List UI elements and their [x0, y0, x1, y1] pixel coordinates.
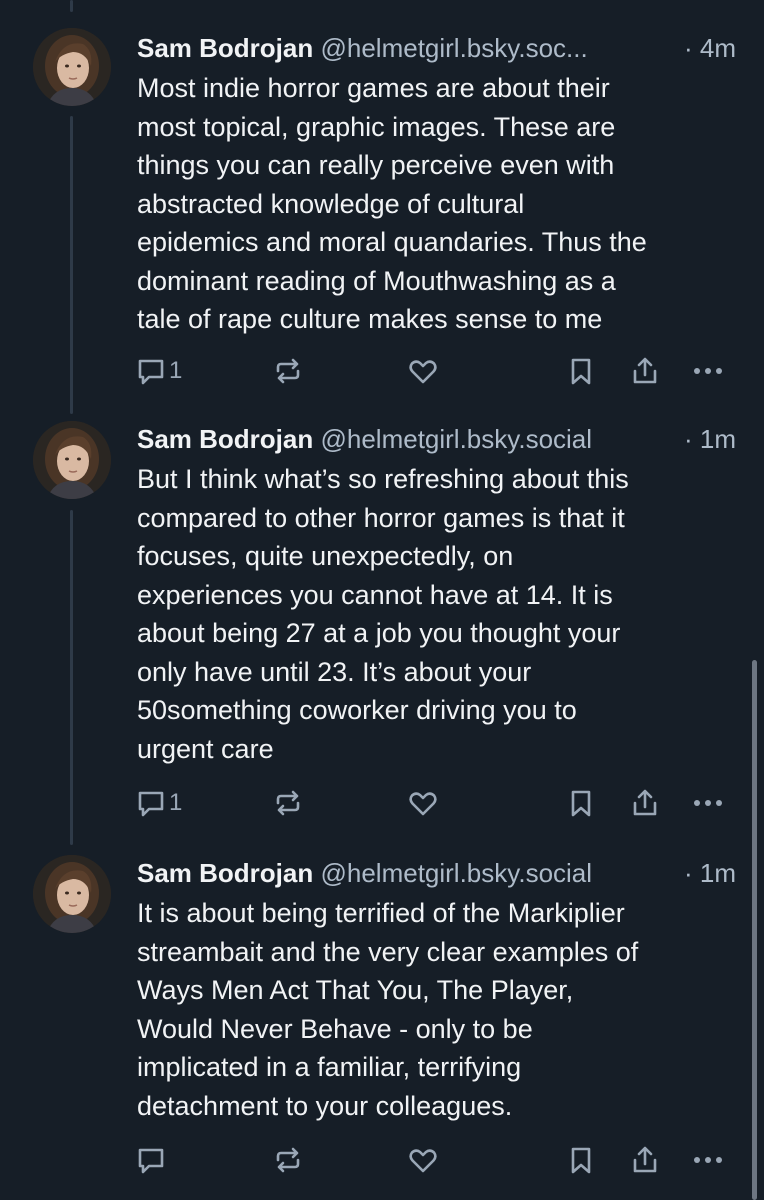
reply-count: 1	[169, 789, 183, 816]
more-button[interactable]	[691, 783, 725, 823]
post-time[interactable]: · 4m	[678, 28, 736, 68]
post-text: Most indie horror games are about their …	[137, 73, 647, 334]
post-actions: 1	[135, 783, 727, 823]
repost-icon	[276, 1147, 300, 1173]
like-icon	[409, 360, 437, 384]
post-3[interactable]: Sam Bodrojan @helmetgirl.bsky.social · 1…	[0, 853, 764, 1183]
avatar-photo	[33, 28, 111, 106]
author-handle[interactable]: @helmetgirl.bsky.soc...	[320, 33, 587, 63]
bookmark-icon	[571, 358, 591, 385]
bookmark-button[interactable]	[565, 783, 597, 823]
like-button[interactable]	[407, 1140, 439, 1180]
post-header: Sam Bodrojan @helmetgirl.bsky.social · 1…	[137, 853, 736, 893]
avatar-photo	[33, 421, 111, 499]
post-actions	[135, 1140, 727, 1180]
share-icon	[633, 1146, 657, 1173]
author-name[interactable]: Sam Bodrojan	[137, 424, 313, 454]
share-button[interactable]	[629, 1140, 661, 1180]
share-button[interactable]	[629, 351, 661, 391]
share-icon	[633, 357, 657, 384]
bookmark-icon	[571, 1147, 591, 1174]
reply-icon	[138, 359, 164, 385]
author-name[interactable]: Sam Bodrojan	[137, 33, 313, 63]
reply-count: 1	[169, 357, 183, 384]
like-button[interactable]	[407, 351, 439, 391]
post-2[interactable]: Sam Bodrojan @helmetgirl.bsky.social · 1…	[0, 419, 764, 819]
more-button[interactable]	[691, 351, 725, 391]
author-handle[interactable]: @helmetgirl.bsky.social	[320, 858, 592, 888]
avatar[interactable]	[33, 855, 111, 933]
post-1[interactable]: Sam Bodrojan @helmetgirl.bsky.soc... · 4…	[0, 28, 764, 388]
avatar-photo	[33, 855, 111, 933]
more-button[interactable]	[691, 1140, 725, 1180]
repost-button[interactable]	[272, 1140, 304, 1180]
post-text: But I think what’s so refreshing about t…	[137, 464, 629, 764]
share-icon	[633, 789, 657, 816]
avatar[interactable]	[33, 421, 111, 499]
reply-button[interactable]: 1	[135, 783, 182, 823]
more-icon	[694, 368, 722, 374]
post-time[interactable]: · 1m	[678, 419, 736, 459]
author-handle[interactable]: @helmetgirl.bsky.social	[320, 424, 592, 454]
post-header: Sam Bodrojan @helmetgirl.bsky.social · 1…	[137, 419, 736, 459]
like-icon	[409, 1149, 437, 1173]
post-header: Sam Bodrojan @helmetgirl.bsky.soc... · 4…	[137, 28, 736, 68]
more-icon	[694, 800, 722, 806]
repost-icon	[276, 790, 300, 816]
repost-icon	[276, 358, 300, 384]
scrollbar[interactable]	[752, 660, 757, 1200]
post-time[interactable]: · 1m	[678, 853, 736, 893]
bookmark-button[interactable]	[565, 351, 597, 391]
post-actions: 1	[135, 351, 727, 391]
avatar[interactable]	[33, 28, 111, 106]
author-name[interactable]: Sam Bodrojan	[137, 858, 313, 888]
reply-button[interactable]: 1	[135, 351, 182, 391]
reply-button[interactable]	[135, 1140, 169, 1180]
repost-button[interactable]	[272, 783, 304, 823]
reply-icon	[138, 1148, 164, 1174]
repost-button[interactable]	[272, 351, 304, 391]
like-button[interactable]	[407, 783, 439, 823]
share-button[interactable]	[629, 783, 661, 823]
bookmark-icon	[571, 790, 591, 817]
like-icon	[409, 792, 437, 816]
post-text: It is about being terrified of the Marki…	[137, 898, 639, 1121]
more-icon	[694, 1157, 722, 1163]
reply-icon	[138, 791, 164, 817]
thread-line-top	[70, 0, 73, 12]
bookmark-button[interactable]	[565, 1140, 597, 1180]
